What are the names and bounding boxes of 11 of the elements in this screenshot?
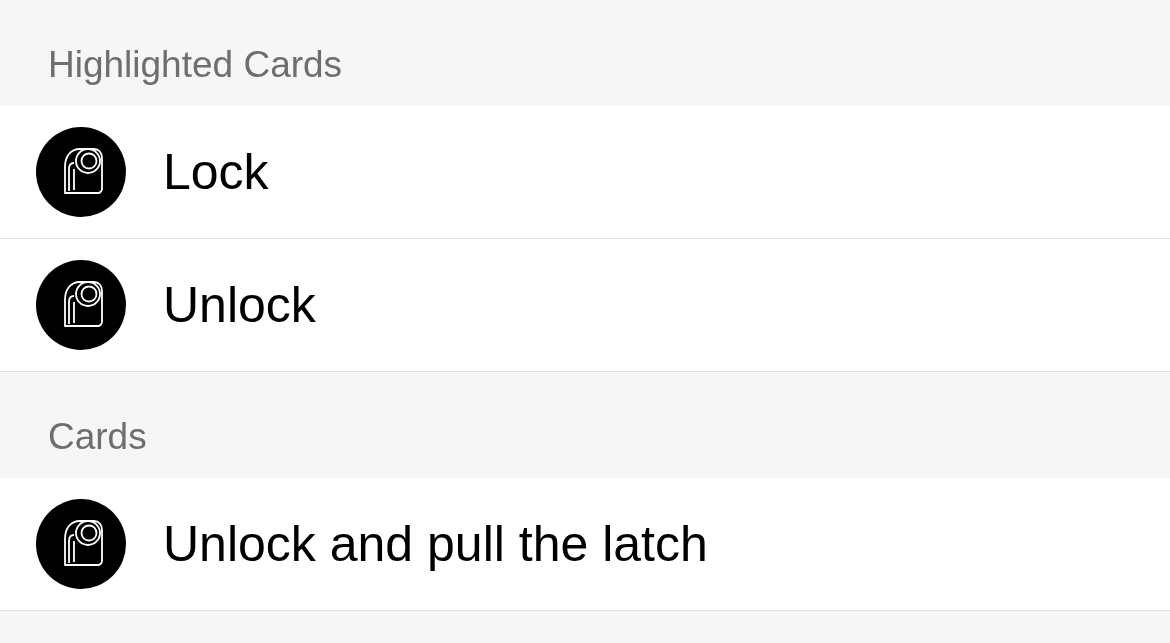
device-icon: [36, 127, 126, 217]
list-item[interactable]: Lock: [0, 106, 1170, 239]
device-icon: [36, 499, 126, 589]
item-label: Unlock and pull the latch: [163, 515, 708, 574]
list-item[interactable]: Unlock: [0, 239, 1170, 372]
list-item[interactable]: Unlock and pull the latch: [0, 478, 1170, 611]
section-title: Cards: [48, 414, 147, 459]
item-label: Unlock: [163, 276, 316, 335]
device-icon: [36, 260, 126, 350]
item-label: Lock: [163, 143, 269, 202]
section-title: Highlighted Cards: [48, 42, 343, 87]
